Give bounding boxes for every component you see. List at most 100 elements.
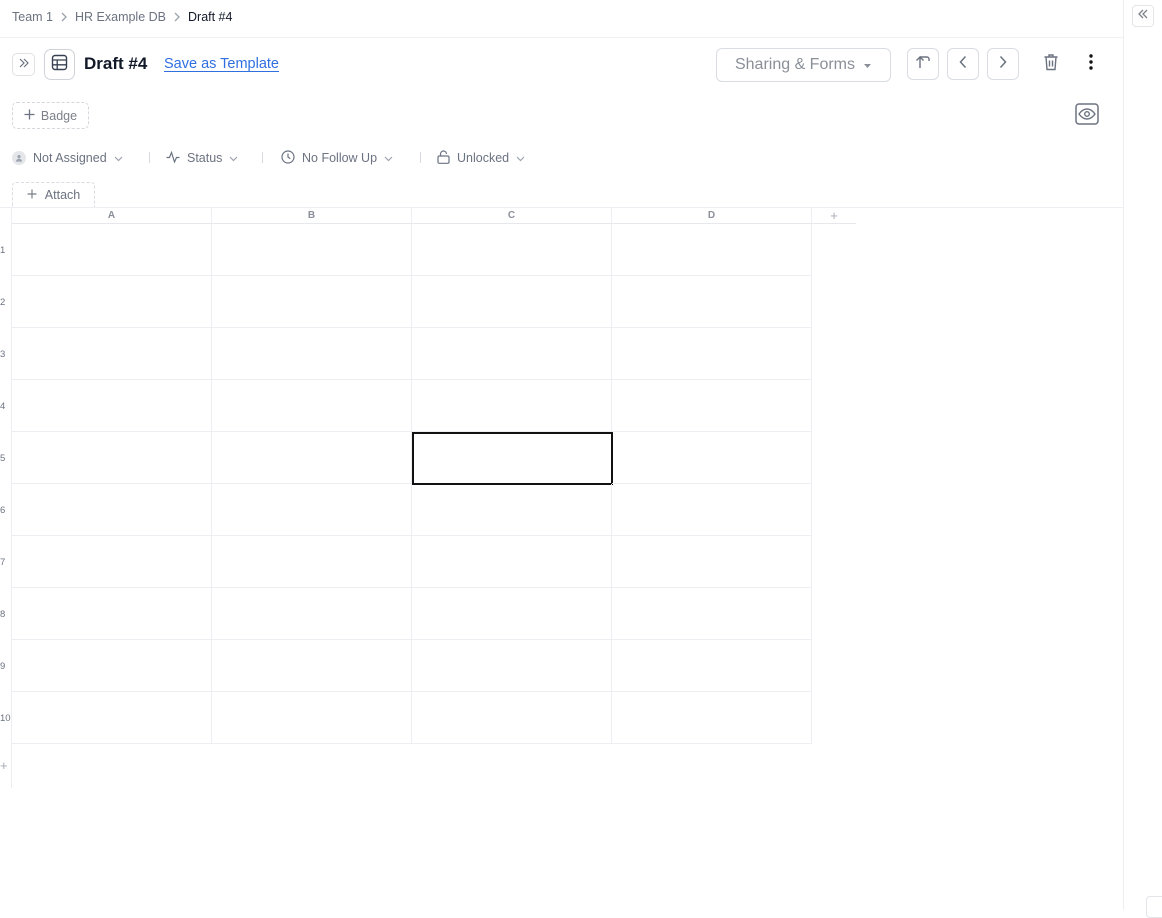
cell-d8[interactable] [612,588,812,640]
go-up-button[interactable] [907,48,939,80]
assignee-label: Not Assigned [33,151,107,165]
row-number[interactable]: 1 [0,224,12,276]
row-number[interactable]: 5 [0,432,12,484]
corner-button[interactable] [1146,896,1162,918]
add-badge-button[interactable]: Badge [12,102,89,129]
unlock-icon [437,149,450,167]
trash-icon [1043,53,1059,76]
cell-c4[interactable] [412,380,612,432]
cell-a7[interactable] [12,536,212,588]
divider [149,152,150,163]
breadcrumb: Team 1 HR Example DB Draft #4 [12,10,232,24]
cell-a8[interactable] [12,588,212,640]
cell-d6[interactable] [612,484,812,536]
doc-type-button[interactable] [44,49,75,80]
page-title[interactable]: Draft #4 [84,54,147,74]
delete-button[interactable] [1035,48,1067,80]
collapse-panel-button[interactable] [1132,5,1154,27]
lock-label: Unlocked [457,151,510,165]
cell-b2[interactable] [212,276,412,328]
cell-b7[interactable] [212,536,412,588]
cell-b1[interactable] [212,224,412,276]
expand-sidebar-button[interactable] [12,53,35,76]
cell-b5[interactable] [212,432,412,484]
cell-b6[interactable] [212,484,412,536]
breadcrumb-team[interactable]: Team 1 [12,10,53,24]
cell-d5[interactable] [612,432,812,484]
column-header-d[interactable]: D [612,208,812,224]
lock-dropdown[interactable]: Unlocked [437,148,525,168]
column-header-b[interactable]: B [212,208,412,224]
cell-c3[interactable] [412,328,612,380]
caret-down-icon [863,56,872,74]
row-number[interactable]: 7 [0,536,12,588]
badge-label: Badge [40,108,78,123]
avatar [12,151,26,165]
cell-d9[interactable] [612,640,812,692]
cell-a5[interactable] [12,432,212,484]
chevron-down-icon [516,151,525,165]
cell-c9[interactable] [412,640,612,692]
chevron-left-icon [958,55,968,74]
breadcrumb-db[interactable]: HR Example DB [75,10,166,24]
cell-a1[interactable] [12,224,212,276]
row-number[interactable]: 9 [0,640,12,692]
cell-d1[interactable] [612,224,812,276]
double-chevron-right-icon [18,56,30,74]
previous-button[interactable] [947,48,979,80]
status-dropdown[interactable]: Status [166,148,238,168]
cell-b8[interactable] [212,588,412,640]
cell-b10[interactable] [212,692,412,744]
cell-c5[interactable] [412,432,613,485]
cell-c6[interactable] [412,484,612,536]
cell-a9[interactable] [12,640,212,692]
cell-d10[interactable] [612,692,812,744]
add-column-button[interactable]: + [812,208,856,224]
right-panel-divider [1123,0,1124,910]
status-label: Status [187,151,223,165]
sharing-label: Sharing & Forms [734,56,856,73]
sharing-forms-dropdown[interactable]: Sharing & Forms [716,48,891,82]
cell-a10[interactable] [12,692,212,744]
row-number[interactable]: 4 [0,380,12,432]
column-header-a[interactable]: A [12,208,212,224]
cell-a2[interactable] [12,276,212,328]
vertical-dots-icon [1089,53,1093,75]
column-header-c[interactable]: C [412,208,612,224]
table-icon [51,54,68,76]
divider [420,152,421,163]
save-as-template-link[interactable]: Save as Template [164,56,279,72]
cell-b3[interactable] [212,328,412,380]
row-number[interactable]: 8 [0,588,12,640]
cell-d7[interactable] [612,536,812,588]
preview-button[interactable] [1073,102,1100,129]
more-options-button[interactable] [1075,48,1107,80]
row-number[interactable]: 10 [0,692,12,744]
cell-a6[interactable] [12,484,212,536]
cell-d3[interactable] [612,328,812,380]
follow-up-dropdown[interactable]: No Follow Up [281,148,393,168]
add-row-button[interactable]: + [0,758,8,773]
attach-button[interactable]: Attach [12,182,95,207]
cell-c10[interactable] [412,692,612,744]
cell-c7[interactable] [412,536,612,588]
row-number[interactable]: 3 [0,328,12,380]
chevron-down-icon [384,151,393,165]
chevron-down-icon [229,151,238,165]
breadcrumb-current: Draft #4 [188,10,233,24]
cell-b9[interactable] [212,640,412,692]
cell-b4[interactable] [212,380,412,432]
cell-c1[interactable] [412,224,612,276]
row-number[interactable]: 6 [0,484,12,536]
assignee-dropdown[interactable]: Not Assigned [12,148,123,168]
cell-a3[interactable] [12,328,212,380]
cell-c8[interactable] [412,588,612,640]
next-button[interactable] [987,48,1019,80]
cell-a4[interactable] [12,380,212,432]
cell-d4[interactable] [612,380,812,432]
cell-d2[interactable] [612,276,812,328]
cell-c2[interactable] [412,276,612,328]
arrow-up-icon [915,54,931,75]
double-chevron-left-icon [1137,7,1149,25]
row-number[interactable]: 2 [0,276,12,328]
